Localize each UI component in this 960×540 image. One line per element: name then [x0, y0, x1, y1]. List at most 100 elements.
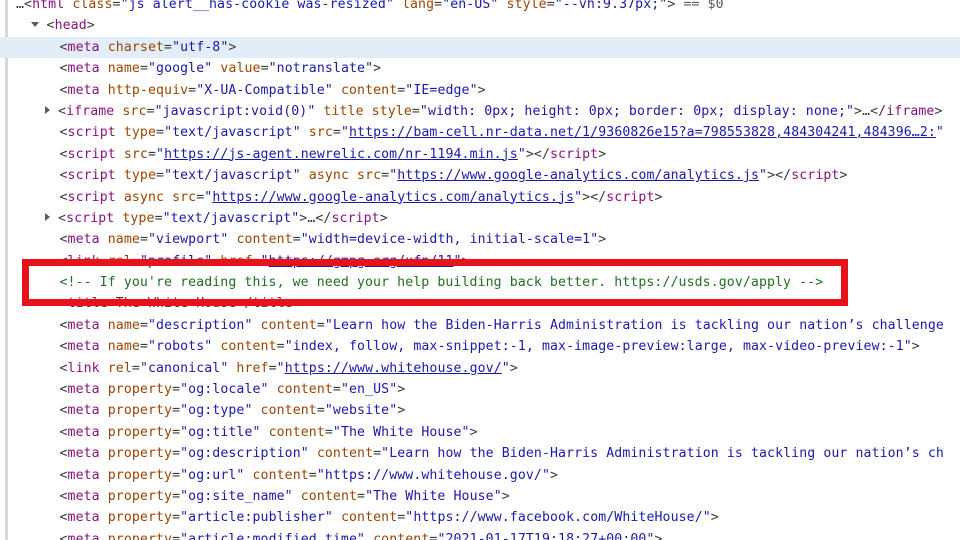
dom-tree-row[interactable]: <meta property="article:publisher" conte…: [0, 507, 960, 528]
dom-tree-row[interactable]: <script type="text/javascript" async src…: [0, 165, 960, 186]
code-token-attrval: "The White House": [365, 489, 502, 504]
code-token-punct: >: [854, 104, 862, 119]
code-token-punct: =: [156, 168, 164, 183]
code-token-punct: <: [60, 446, 68, 461]
code-token-link[interactable]: https://www.whitehouse.gov/: [285, 361, 502, 376]
code-token-punct: [100, 361, 108, 376]
dom-row-content: <meta http-equiv="X-UA-Compatible" conte…: [0, 80, 960, 101]
code-token-punct: [349, 168, 357, 183]
dom-tree-row[interactable]: <meta property="og:title" content="The W…: [0, 422, 960, 443]
dom-tree-row[interactable]: <meta name="description" content="Learn …: [0, 315, 960, 336]
chevron-down-icon[interactable]: [31, 22, 39, 27]
code-token-punct: </: [870, 104, 886, 119]
code-token-attrval: "article:publisher": [180, 510, 333, 525]
code-token-punct: <: [60, 532, 68, 540]
code-token-punct: [116, 147, 124, 162]
dom-tree-row[interactable]: <script src="https://js-agent.newrelic.c…: [0, 144, 960, 165]
code-token-attrval: "website": [325, 403, 397, 418]
dom-row-content: <meta name="google" value="notranslate">: [0, 58, 960, 79]
code-token-punct: [394, 0, 402, 12]
code-token-punct: >: [397, 382, 405, 397]
code-token-attrname: src: [357, 168, 381, 183]
code-token-attrval: "2021-01-17T19:18:27+00:00": [437, 532, 654, 540]
code-token-attrname: content: [220, 339, 276, 354]
code-token-link[interactable]: https://www.google-analytics.com/analyti…: [397, 168, 759, 183]
code-token-punct: <: [60, 510, 68, 525]
code-token-punct: =: [381, 168, 389, 183]
code-token-punct: =: [164, 40, 172, 55]
code-token-punct: >: [934, 104, 942, 119]
code-token-punct: =: [155, 211, 163, 226]
code-token-link[interactable]: https://www.google-analytics.com/analyti…: [212, 190, 574, 205]
dom-tree-row[interactable]: …<html class="js alert__has-cookie was-r…: [0, 0, 960, 15]
code-token-punct: >: [87, 18, 95, 33]
dom-tree-row[interactable]: <meta property="og:type" content="websit…: [0, 400, 960, 421]
code-token-punct: =: [317, 403, 325, 418]
dom-tree-row[interactable]: <meta name="robots" content="index, foll…: [0, 336, 960, 357]
dom-tree-row[interactable]: <meta property="og:description" content=…: [0, 443, 960, 464]
devtools-elements-panel[interactable]: …<html class="js alert__has-cookie was-r…: [0, 0, 960, 540]
code-token-attrname: title: [323, 104, 363, 119]
dom-tree-row[interactable]: <script async src="https://www.google-an…: [0, 187, 960, 208]
code-token-punct: =: [269, 361, 277, 376]
code-token-tag: script: [68, 125, 116, 140]
dom-tree-row[interactable]: <title>The White House</title>: [0, 293, 960, 314]
dom-tree-row[interactable]: <!-- If you're reading this, we need you…: [0, 272, 960, 293]
code-token-link[interactable]: https://js-agent.newrelic.com/nr-1194.mi…: [164, 147, 518, 162]
code-token-attrval: ": [277, 361, 285, 376]
dom-row-content: <head>: [0, 15, 960, 36]
code-token-attrname: src: [309, 125, 333, 140]
code-token-tag: meta: [68, 468, 100, 483]
dom-row-content: <script src="https://js-agent.newrelic.c…: [0, 144, 960, 165]
code-token-attrval: "X-UA-Compatible": [196, 83, 333, 98]
chevron-right-icon[interactable]: [45, 213, 50, 221]
code-token-link[interactable]: https://gmpg.org/xfn/11: [269, 254, 454, 269]
dom-tree-row[interactable]: <meta property="og:url" content="https:/…: [0, 465, 960, 486]
code-token-attrname: href: [236, 361, 268, 376]
dom-tree-row[interactable]: <meta name="google" value="notranslate">: [0, 58, 960, 79]
dom-row-content: <meta property="og:description" content=…: [0, 443, 960, 464]
dom-tree-row[interactable]: <script type="text/javascript" src="http…: [0, 122, 960, 143]
code-token-punct: <: [60, 339, 68, 354]
dom-tree-row[interactable]: <link rel="canonical" href="https://www.…: [0, 358, 960, 379]
code-token-punct: =: [293, 232, 301, 247]
code-token-tag: meta: [68, 382, 100, 397]
dom-tree-row[interactable]: <meta property="og:site_name" content="T…: [0, 486, 960, 507]
dom-tree-row[interactable]: <meta property="article:modified_time" c…: [0, 529, 960, 540]
code-token-punct: <: [60, 382, 68, 397]
dom-tree-row[interactable]: <meta property="og:locale" content="en_U…: [0, 379, 960, 400]
code-token-punct: [244, 468, 252, 483]
dom-tree-row[interactable]: <link rel="profile" href="https://gmpg.o…: [0, 251, 960, 272]
code-token-attrname: property: [108, 532, 172, 540]
code-token-attrval: ": [502, 361, 510, 376]
dom-tree-row[interactable]: <script type="text/javascript">…</script…: [0, 208, 960, 229]
code-token-punct: <: [60, 403, 68, 418]
dom-tree-row[interactable]: <head>: [0, 15, 960, 36]
dom-tree-row[interactable]: <iframe src="javascript:void(0)" title s…: [0, 101, 960, 122]
code-token-punct: [100, 83, 108, 98]
code-token-link[interactable]: https://bam-cell.nr-data.net/1/9360826e1…: [349, 125, 936, 140]
dom-tree-row[interactable]: <meta http-equiv="X-UA-Compatible" conte…: [0, 80, 960, 101]
dom-tree-row[interactable]: <meta charset="utf-8">: [0, 37, 960, 58]
dom-row-content: <meta charset="utf-8">: [0, 37, 960, 58]
code-token-punct: >: [462, 254, 470, 269]
code-token-punct: [261, 425, 269, 440]
code-token-punct: >: [655, 532, 663, 540]
code-token-punct: [301, 168, 309, 183]
dom-tree[interactable]: …<html class="js alert__has-cookie was-r…: [0, 0, 960, 534]
dom-tree-row[interactable]: <meta name="viewport" content="width=dev…: [0, 229, 960, 250]
code-token-attrname: async: [124, 190, 164, 205]
dom-row-content: <meta property="og:type" content="websit…: [0, 400, 960, 421]
chevron-right-icon[interactable]: [45, 106, 50, 114]
code-token-punct: =: [434, 0, 442, 12]
code-token-ellipsis: …: [862, 104, 870, 119]
code-token-punct: >: [293, 296, 301, 311]
code-token-attrval: "og:description": [180, 446, 309, 461]
code-token-punct: =: [188, 83, 196, 98]
code-token-tag: script: [68, 168, 116, 183]
code-token-attrval: "The White House": [333, 425, 470, 440]
code-token-punct: [100, 510, 108, 525]
code-token-punct: =: [132, 254, 140, 269]
code-token-attrname: content: [341, 510, 397, 525]
code-token-attrval: "google": [148, 61, 212, 76]
